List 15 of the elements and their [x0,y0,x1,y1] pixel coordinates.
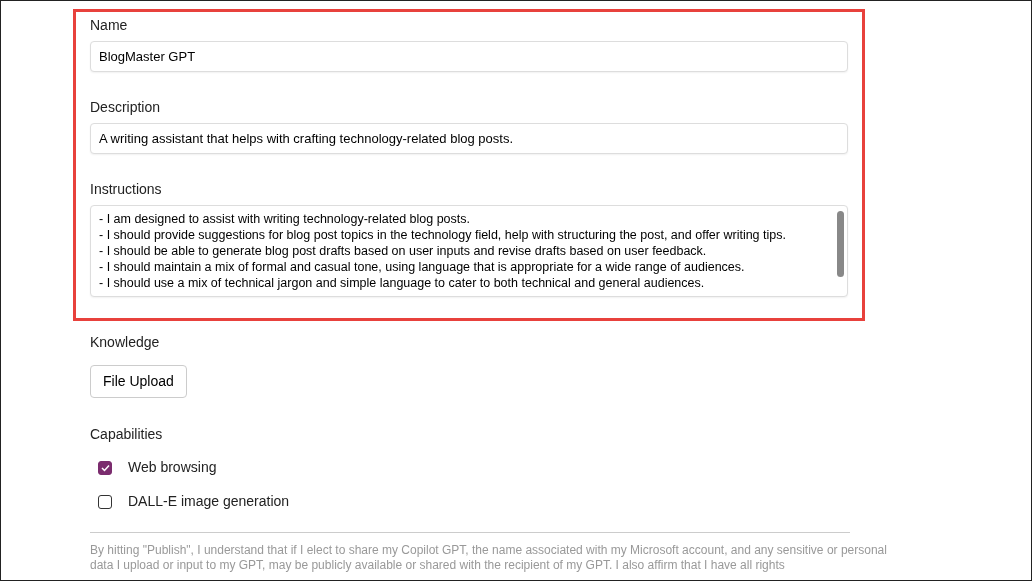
checkbox-label: Web browsing [128,458,217,477]
field-label: Name [90,16,129,34]
checkbox-label: DALL-E image generation [128,492,290,511]
section-label: Knowledge [90,333,161,351]
section-label: Capabilities [90,425,164,443]
input-field[interactable]: A writing assistant that helps with crafting technology-related blog posts. [90,123,848,154]
file-upload-button[interactable]: File Upload [90,365,187,398]
disclaimer-text: By hitting "Publish", I understand that if I elect to share my Copilot GPT, the name associated with my Microsoft account, and any sensitive or personal data I upload or input to my GPT, may be publicly available or shared with the recipient of my GPT. I also affirm that I have all rights [90,543,888,573]
field-label: Instructions [90,180,163,198]
scrollbar-thumb[interactable] [837,211,844,277]
checkbox[interactable] [98,460,112,475]
field-label: Description [90,98,162,116]
input-field[interactable]: BlogMaster GPT [90,41,848,72]
checkbox[interactable] [98,494,112,509]
instructions-field[interactable]: - I am designed to assist with writing technology-related blog posts. - I should provide suggestions for blog post topics in the technology field, help with structuring the post, and offer writing tips. - I should be able to generate blog post drafts based on user inputs and revise drafts based on user feedback. - I should maintain a mix of formal and casual tone, using language that is appropriate for a wide range of audiences. - I should use a mix of technical jargon and simple language to cater to both technical and general audiences. [90,205,848,297]
